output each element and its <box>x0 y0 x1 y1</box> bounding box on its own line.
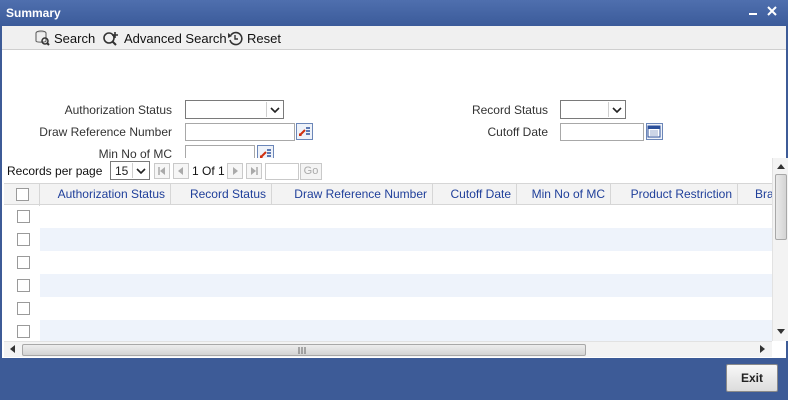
reset-icon <box>228 31 243 46</box>
first-page-button[interactable] <box>154 163 170 179</box>
table-row[interactable] <box>40 205 772 228</box>
row-checkbox[interactable] <box>17 279 30 292</box>
scroll-left-icon[interactable] <box>5 342 19 356</box>
draw-reference-number-label: Draw Reference Number <box>39 125 172 139</box>
record-status-label: Record Status <box>471 103 548 117</box>
advanced-search-label: Advanced Search <box>124 30 227 46</box>
last-page-icon <box>251 167 258 175</box>
column-header-draw-reference-number[interactable]: Draw Reference Number <box>272 184 433 206</box>
row-checkbox[interactable] <box>17 302 30 315</box>
row-checkbox[interactable] <box>17 256 30 269</box>
records-per-page-label: Records per page <box>7 164 103 178</box>
table-row[interactable] <box>40 251 772 274</box>
row-checkbox[interactable] <box>17 325 30 338</box>
draw-reference-number-input[interactable] <box>185 123 295 141</box>
grid-header-checkbox-cell <box>4 184 40 206</box>
cutoff-date-label: Cutoff Date <box>487 125 548 139</box>
table-row[interactable] <box>40 320 772 341</box>
previous-page-icon <box>178 167 183 175</box>
reset-label: Reset <box>247 30 281 46</box>
authorization-status-label: Authorization Status <box>64 103 172 117</box>
goto-page-input[interactable] <box>265 163 299 180</box>
vertical-scrollbar[interactable] <box>772 158 788 341</box>
search-button[interactable]: Search <box>34 29 95 47</box>
close-icon[interactable] <box>764 3 780 21</box>
minimize-icon[interactable] <box>745 3 761 21</box>
scroll-up-icon[interactable] <box>774 159 788 173</box>
table-row[interactable] <box>40 228 772 251</box>
next-page-button[interactable] <box>227 163 243 179</box>
authorization-status-select[interactable] <box>185 100 284 119</box>
calendar-icon[interactable] <box>646 123 663 140</box>
column-header-branch[interactable]: Bra <box>738 184 772 206</box>
scroll-right-icon[interactable] <box>756 342 770 356</box>
page-info: 1 Of 1 <box>192 164 225 178</box>
column-header-min-no-of-mc[interactable]: Min No of MC <box>517 184 611 206</box>
window-titlebar: Summary <box>0 0 788 26</box>
go-button[interactable]: Go <box>300 163 322 180</box>
first-page-icon <box>158 167 165 175</box>
records-per-page-select[interactable]: 15 <box>110 161 150 180</box>
search-icon <box>35 30 50 46</box>
horizontal-scrollbar[interactable] <box>4 341 772 357</box>
results-grid: Authorization Status Record Status Draw … <box>4 183 772 341</box>
chevron-down-icon <box>608 102 624 117</box>
advanced-search-icon <box>103 32 118 46</box>
search-criteria-panel: Authorization Status Draw Reference Numb… <box>2 51 786 174</box>
toolbar: Search Advanced Search Reset <box>2 26 786 50</box>
cutoff-date-input[interactable] <box>560 123 644 141</box>
advanced-search-button[interactable]: Advanced Search <box>102 29 227 47</box>
row-checkbox[interactable] <box>17 233 30 246</box>
window-title: Summary <box>6 6 61 20</box>
record-status-select[interactable] <box>560 100 626 119</box>
chevron-down-icon <box>266 102 282 117</box>
pager-bar: Records per page 15 1 Of 1 Go <box>2 158 772 182</box>
last-page-button[interactable] <box>246 163 262 179</box>
column-header-product-restriction[interactable]: Product Restriction <box>611 184 738 206</box>
scroll-down-icon[interactable] <box>774 325 788 339</box>
previous-page-button[interactable] <box>173 163 189 179</box>
vertical-scroll-thumb[interactable] <box>775 174 787 240</box>
table-row[interactable] <box>40 274 772 297</box>
column-header-authorization-status[interactable]: Authorization Status <box>40 184 171 206</box>
next-page-icon <box>233 167 238 175</box>
grip-icon <box>298 347 306 354</box>
lov-icon[interactable] <box>296 123 313 140</box>
records-per-page-value: 15 <box>115 164 129 178</box>
chevron-down-icon <box>132 163 148 178</box>
row-checkbox[interactable] <box>17 210 30 223</box>
grid-header: Authorization Status Record Status Draw … <box>4 183 772 206</box>
horizontal-scroll-thumb[interactable] <box>22 344 586 356</box>
column-header-record-status[interactable]: Record Status <box>171 184 272 206</box>
table-row[interactable] <box>40 297 772 320</box>
summary-frame: Search Advanced Search Reset Authorizati… <box>2 26 788 358</box>
search-label: Search <box>54 30 96 46</box>
reset-button[interactable]: Reset <box>227 29 281 47</box>
column-header-cutoff-date[interactable]: Cutoff Date <box>433 184 517 206</box>
exit-button[interactable]: Exit <box>726 364 778 392</box>
